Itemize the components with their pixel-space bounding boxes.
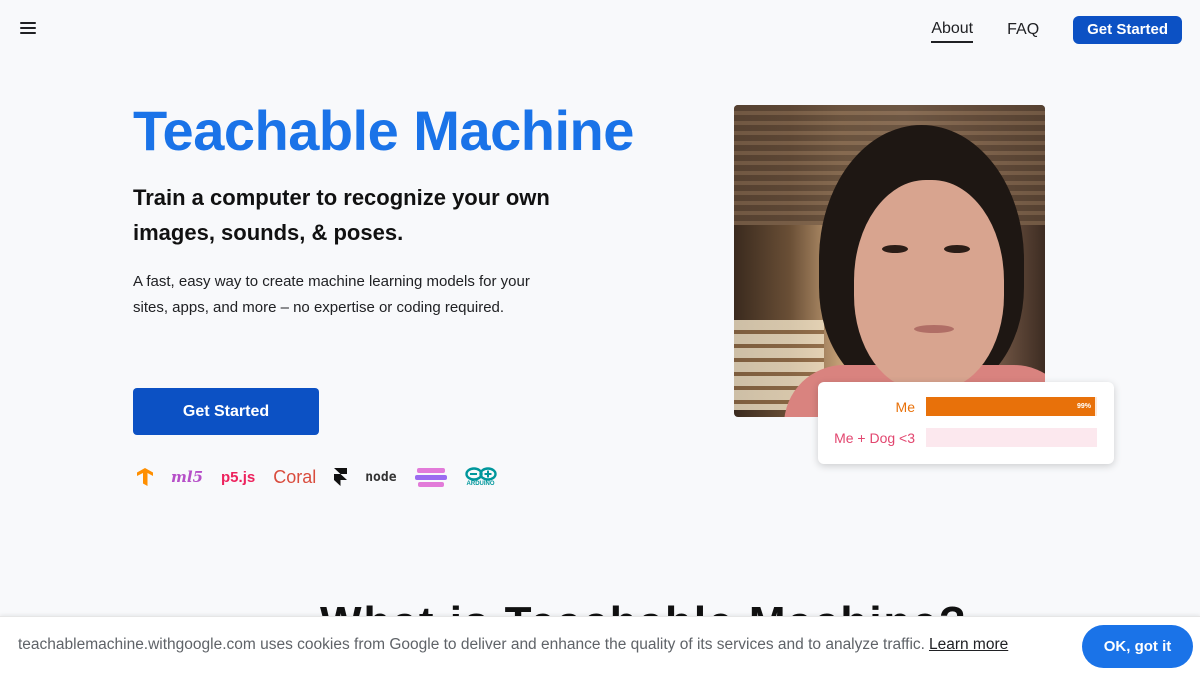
prediction-bar-fill xyxy=(926,397,1096,416)
cookie-text: teachablemachine.withgoogle.com uses coo… xyxy=(18,636,1008,654)
hero-get-started-button[interactable]: Get Started xyxy=(133,388,319,435)
prediction-row: Me 99% xyxy=(896,397,1097,416)
node-logo: node xyxy=(365,469,397,485)
glitch-logo xyxy=(414,465,447,489)
tensorflow-logo xyxy=(137,468,153,486)
nav-faq-link[interactable]: FAQ xyxy=(1007,16,1039,44)
prediction-label: Me + Dog <3 xyxy=(834,429,915,446)
cookie-banner: teachablemachine.withgoogle.com uses coo… xyxy=(0,616,1200,674)
hero-title: Teachable Machine xyxy=(133,99,634,162)
prediction-percent: 99% xyxy=(1076,403,1091,410)
prediction-bar xyxy=(926,428,1097,447)
demo-webcam-photo xyxy=(734,105,1045,417)
header-get-started-button[interactable]: Get Started xyxy=(1073,16,1182,44)
arduino-logo: ARDUINO xyxy=(464,467,497,487)
nav-about-link[interactable]: About xyxy=(931,17,974,43)
hero-description: A fast, easy way to create machine learn… xyxy=(133,273,530,316)
prediction-bar: 99% xyxy=(926,397,1097,416)
p5js-logo: p5.js xyxy=(221,468,256,486)
prediction-card: Me 99% Me + Dog <3 xyxy=(818,382,1114,464)
ml5-logo: ml5 xyxy=(171,468,204,486)
hero-subtitle: Train a computer to recognize your own i… xyxy=(133,185,550,245)
hamburger-menu-icon[interactable] xyxy=(20,22,36,34)
arduino-logo-text: ARDUINO xyxy=(466,481,495,487)
cookie-learn-more-link[interactable]: Learn more xyxy=(929,636,1008,653)
partner-logos: ml5 p5.js Coral node ARDUINO xyxy=(137,462,515,492)
top-nav: About FAQ Get Started xyxy=(931,16,1182,44)
coral-logo: Coral xyxy=(273,466,317,487)
framer-logo xyxy=(334,468,348,486)
cookie-message: teachablemachine.withgoogle.com uses coo… xyxy=(18,636,925,653)
cookie-ok-button[interactable]: OK, got it xyxy=(1082,625,1193,668)
prediction-row: Me + Dog <3 xyxy=(834,428,1097,447)
prediction-label: Me xyxy=(895,398,915,415)
